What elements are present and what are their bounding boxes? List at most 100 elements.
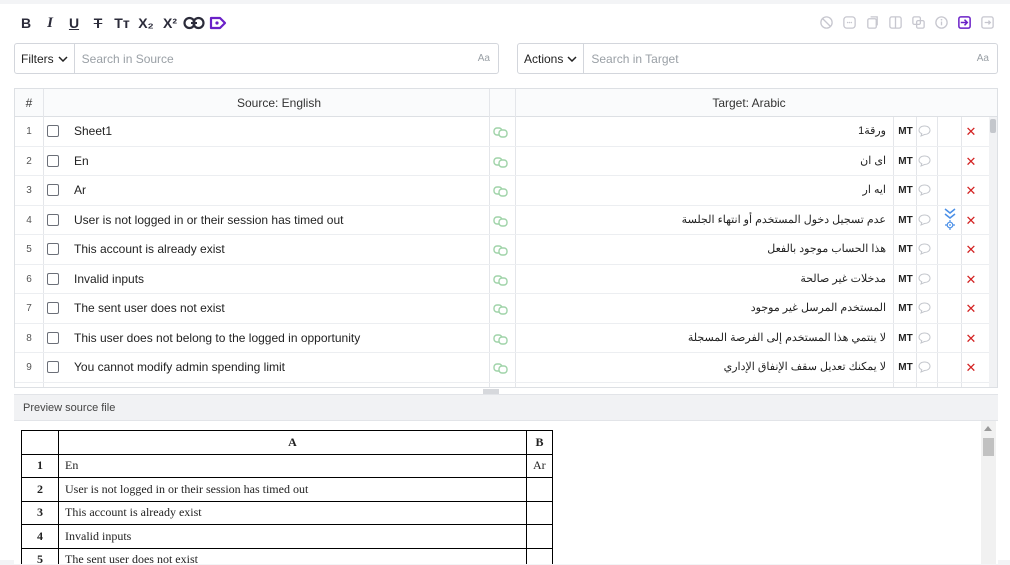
copy-to-target-icon[interactable] [493, 184, 509, 198]
delete-icon[interactable]: ✕ [964, 176, 978, 205]
preview-row: 5 The sent user does not exist [21, 547, 553, 564]
comment-icon[interactable] [918, 272, 931, 285]
row-checkbox[interactable] [47, 331, 59, 344]
subscript-button[interactable]: X₂ [134, 12, 158, 34]
source-text[interactable]: This account is already exist [74, 235, 225, 264]
tag-view-icon[interactable] [841, 14, 858, 31]
segment-row[interactable]: 9 You cannot modify admin spending limit ل… [15, 353, 997, 383]
split-icon[interactable] [887, 14, 904, 31]
cell-a: This account is already exist [58, 500, 527, 525]
superscript-button[interactable]: X² [158, 12, 182, 34]
cell-a: En [58, 453, 527, 478]
segment-row[interactable]: 6 Invalid inputs مدخلات غير صالحة MT ✕ [15, 265, 997, 294]
comment-icon[interactable] [918, 184, 931, 196]
mt-badge: MT [898, 273, 913, 285]
comment-icon[interactable] [918, 125, 931, 137]
row-checkbox[interactable] [47, 154, 59, 167]
target-text[interactable]: المستخدم المرسل غير موجود [751, 294, 886, 323]
text-size-button[interactable]: Tт [110, 12, 134, 34]
target-text[interactable]: اى ان [860, 147, 886, 176]
comment-icon[interactable] [918, 213, 931, 226]
grid-scrollbar[interactable] [989, 117, 997, 387]
copy-to-target-icon[interactable] [493, 214, 509, 228]
copy-to-target-icon[interactable] [493, 125, 509, 139]
row-checkbox[interactable] [47, 184, 59, 196]
source-text[interactable]: This user does not belong to the logged … [74, 324, 360, 353]
copy-to-target-icon[interactable] [493, 243, 509, 257]
italic-button[interactable]: I [38, 12, 62, 34]
segment-row[interactable]: 4 User is not logged in or their session … [15, 206, 997, 235]
bold-button[interactable]: B [14, 12, 38, 34]
row-checkbox[interactable] [47, 272, 59, 285]
header-source: Source: English [236, 96, 322, 110]
copy-to-target-icon[interactable] [493, 273, 509, 287]
target-text[interactable]: هذا الحساب موجود بالفعل [767, 235, 886, 264]
link-button[interactable] [182, 12, 206, 34]
row-checkbox[interactable] [47, 125, 59, 137]
row-checkbox[interactable] [47, 213, 59, 226]
target-search-input[interactable] [584, 51, 977, 66]
tag-icon [209, 16, 227, 30]
segment-tools [818, 14, 996, 31]
target-text[interactable]: ايه ار [863, 176, 886, 205]
comment-icon[interactable] [918, 243, 931, 255]
source-text[interactable]: Invalid inputs [74, 265, 144, 294]
source-text[interactable]: You cannot modify admin spending limit [74, 353, 285, 382]
header-num: # [25, 96, 33, 110]
comment-icon[interactable] [918, 361, 931, 373]
underline-button[interactable]: U [62, 12, 86, 34]
comment-icon[interactable] [918, 302, 931, 314]
segment-row[interactable]: 3 Ar ايه ار MT ✕ [15, 176, 997, 206]
delete-icon[interactable]: ✕ [964, 265, 978, 294]
strikethrough-button[interactable]: T [86, 12, 110, 34]
segment-row[interactable]: 1 Sheet1 ورقة1 MT ✕ [15, 117, 997, 147]
info-icon[interactable] [933, 14, 950, 31]
source-text[interactable]: The sent user does not exist [74, 294, 225, 323]
delete-icon[interactable]: ✕ [964, 353, 978, 382]
comment-icon[interactable] [918, 331, 931, 344]
target-text[interactable]: عدم تسجيل دخول المستخدم أو انتهاء الجلسة [682, 206, 886, 235]
copy-to-target-icon[interactable] [493, 155, 509, 169]
editor-app: B I U T Tт X₂ X² Filters Search in Sourc… [0, 4, 1010, 564]
merge-icon[interactable] [910, 14, 927, 31]
copy-to-target-icon[interactable] [493, 302, 509, 316]
source-text[interactable]: Sheet1 [74, 117, 112, 146]
copy-source-icon[interactable] [864, 14, 881, 31]
match-case-toggle[interactable]: Aa [478, 53, 498, 64]
comment-icon[interactable] [918, 154, 931, 167]
delete-icon[interactable]: ✕ [964, 117, 978, 146]
target-text[interactable]: مدخلات غير صالحة [800, 265, 886, 294]
source-search-input[interactable] [74, 51, 478, 66]
delete-icon[interactable]: ✕ [964, 294, 978, 323]
target-text[interactable]: لا يمكنك تعديل سقف الإنفاق الإداري [724, 353, 886, 382]
expand-suggestions-icon[interactable] [939, 206, 961, 235]
row-checkbox[interactable] [47, 302, 59, 314]
insert-target-icon[interactable] [956, 14, 973, 31]
segment-row[interactable]: 7 The sent user does not exist المستخدم ال… [15, 294, 997, 324]
row-checkbox[interactable] [47, 243, 59, 255]
actions-dropdown[interactable]: Actions [518, 44, 585, 73]
row-checkbox[interactable] [47, 361, 59, 373]
filters-dropdown[interactable]: Filters [15, 44, 75, 73]
block-icon[interactable] [818, 14, 835, 31]
segment-row[interactable]: 8 This user does not belong to the logged… [15, 324, 997, 353]
delete-icon[interactable]: ✕ [964, 147, 978, 176]
copy-to-target-icon[interactable] [493, 332, 509, 346]
mt-badge: MT [898, 362, 913, 373]
delete-icon[interactable]: ✕ [964, 235, 978, 264]
delete-icon[interactable]: ✕ [964, 206, 978, 235]
tag-button[interactable] [206, 12, 230, 34]
segment-row[interactable]: 2 En اى ان MT ✕ [15, 147, 997, 176]
column-a-header: A [58, 430, 527, 455]
source-text[interactable]: User is not logged in or their session h… [74, 206, 343, 235]
exit-icon[interactable] [979, 14, 996, 31]
copy-to-target-icon[interactable] [493, 361, 509, 375]
segment-row[interactable]: 5 This account is already exist هذا الحساب… [15, 235, 997, 265]
preview-scrollbar[interactable] [981, 421, 996, 564]
source-text[interactable]: En [74, 147, 89, 176]
target-text[interactable]: لا ينتمي هذا المستخدم إلى الفرصة المسجلة [688, 324, 886, 353]
source-text[interactable]: Ar [74, 176, 86, 205]
delete-icon[interactable]: ✕ [964, 324, 978, 353]
match-case-toggle[interactable]: Aa [977, 53, 997, 64]
target-text[interactable]: ورقة1 [858, 117, 886, 146]
